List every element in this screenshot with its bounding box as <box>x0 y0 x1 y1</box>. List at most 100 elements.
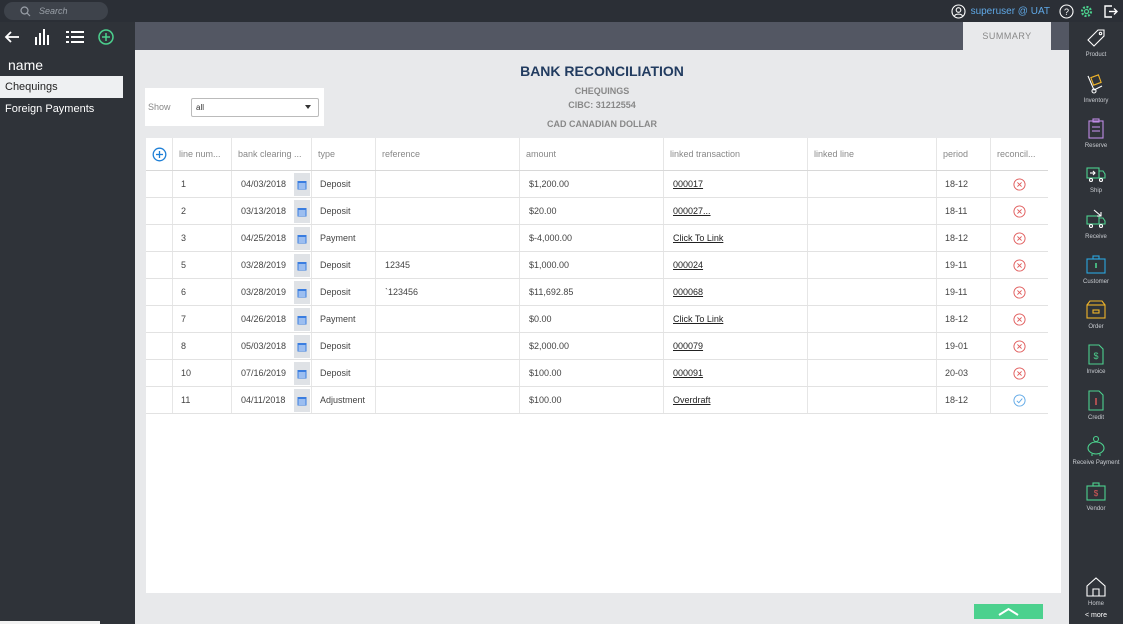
nav-home-button[interactable]: Home <box>1069 575 1123 607</box>
date-picker-button[interactable] <box>294 308 310 331</box>
x-circle-icon[interactable] <box>1013 312 1026 326</box>
piggy-bank-icon <box>1087 435 1105 456</box>
x-circle-icon[interactable] <box>1013 258 1026 272</box>
date-value[interactable]: 04/25/2018 <box>241 233 288 243</box>
nav-item-foreign-payments[interactable]: Foreign Payments <box>0 98 135 120</box>
linked-transaction-link[interactable]: Click To Link <box>673 233 723 243</box>
row-selector-cell[interactable] <box>146 225 172 251</box>
cell-bank-clearing-date: 05/03/2018 <box>231 333 311 359</box>
linked-transaction-link[interactable]: Overdraft <box>673 395 711 405</box>
linked-transaction-link[interactable]: 000079 <box>673 341 703 351</box>
row-selector-cell[interactable] <box>146 387 172 413</box>
table-row[interactable]: 6 03/28/2019 Deposit `123456 $11,692.85 00006… <box>146 279 1048 306</box>
gear-icon[interactable] <box>1079 4 1094 19</box>
list-icon[interactable] <box>66 30 84 44</box>
nav-receive-payment-button[interactable]: Receive Payment <box>1069 434 1123 466</box>
row-selector-cell[interactable] <box>146 360 172 386</box>
col-header-linked-line[interactable]: linked line <box>807 138 936 170</box>
col-header-linked-transaction[interactable]: linked transaction <box>663 138 807 170</box>
nav-inventory-button[interactable]: Inventory <box>1069 72 1123 104</box>
linked-transaction-link[interactable]: 000027... <box>673 206 711 216</box>
x-circle-icon[interactable] <box>1013 366 1026 380</box>
nav-receive-button[interactable]: Receive <box>1069 208 1123 240</box>
date-value[interactable]: 05/03/2018 <box>241 341 288 351</box>
table-row[interactable]: 7 04/26/2018 Payment $0.00 Click To Link 18-1… <box>146 306 1048 333</box>
col-header-amount[interactable]: amount <box>519 138 663 170</box>
add-row-icon[interactable] <box>152 147 167 162</box>
col-header-type[interactable]: type <box>311 138 375 170</box>
row-selector-cell[interactable] <box>146 252 172 278</box>
linked-transaction-link[interactable]: Click To Link <box>673 314 723 324</box>
col-header-line-num[interactable]: line num... <box>172 138 231 170</box>
table-row[interactable]: 2 03/13/2018 Deposit $20.00 000027... 18-11 <box>146 198 1048 225</box>
x-circle-icon[interactable] <box>1013 339 1026 353</box>
date-value[interactable]: 04/11/2018 <box>241 395 288 405</box>
nav-label: Vendor <box>1086 506 1106 512</box>
date-picker-button[interactable] <box>294 254 310 277</box>
tab-summary[interactable]: SUMMARY <box>963 22 1051 50</box>
nav-reserve-button[interactable]: Reserve <box>1069 117 1123 149</box>
table-row[interactable]: 8 05/03/2018 Deposit $2,000.00 000079 19-01 <box>146 333 1048 360</box>
date-value[interactable]: 03/13/2018 <box>241 206 288 216</box>
date-value[interactable]: 03/28/2019 <box>241 287 288 297</box>
date-picker-button[interactable] <box>294 281 310 304</box>
add-circle-icon[interactable] <box>98 29 114 45</box>
check-circle-icon[interactable] <box>1013 393 1026 407</box>
col-header-reconciled[interactable]: reconcil... <box>990 138 1048 170</box>
cell-type-text: Payment <box>320 233 356 243</box>
filter-select[interactable]: all <box>191 98 319 117</box>
date-picker-button[interactable] <box>294 227 310 250</box>
row-selector-cell[interactable] <box>146 171 172 197</box>
date-picker-button[interactable] <box>294 389 310 412</box>
reconciliation-table: line num... bank clearing ... type refer… <box>146 138 1061 593</box>
table-row[interactable]: 10 07/16/2019 Deposit $100.00 000091 20-03 <box>146 360 1048 387</box>
row-selector-cell[interactable] <box>146 333 172 359</box>
date-value[interactable]: 07/16/2019 <box>241 368 288 378</box>
date-picker-button[interactable] <box>294 362 310 385</box>
date-picker-button[interactable] <box>294 335 310 358</box>
table-row[interactable]: 1 04/03/2018 Deposit $1,200.00 000017 18-12 <box>146 171 1048 198</box>
nav-customer-button[interactable]: Customer <box>1069 253 1123 285</box>
col-header-reference[interactable]: reference <box>375 138 519 170</box>
nav-item-chequings[interactable]: Chequings <box>0 76 123 98</box>
truck-in-icon <box>1086 209 1106 229</box>
cell-line-num-text: 11 <box>181 395 191 405</box>
row-selector-cell[interactable] <box>146 198 172 224</box>
search-input[interactable]: Search <box>39 6 68 16</box>
help-icon[interactable]: ? <box>1059 3 1074 19</box>
x-circle-icon[interactable] <box>1013 177 1026 191</box>
row-selector-cell[interactable] <box>146 279 172 305</box>
x-circle-icon[interactable] <box>1013 285 1026 299</box>
x-circle-icon[interactable] <box>1013 204 1026 218</box>
nav-vendor-button[interactable]: $ Vendor <box>1069 480 1123 512</box>
scroll-top-button[interactable] <box>974 604 1043 619</box>
nav-order-button[interactable]: Order <box>1069 298 1123 330</box>
col-header-bank-clearing[interactable]: bank clearing ... <box>231 138 311 170</box>
search-box[interactable]: Search <box>4 2 108 20</box>
date-picker-button[interactable] <box>294 173 310 196</box>
nav-product-button[interactable]: Product <box>1069 26 1123 58</box>
date-value[interactable]: 03/28/2019 <box>241 260 288 270</box>
user-icon[interactable] <box>951 3 966 19</box>
linked-transaction-link[interactable]: 000091 <box>673 368 703 378</box>
nav-ship-button[interactable]: Ship <box>1069 162 1123 194</box>
linked-transaction-link[interactable]: 000024 <box>673 260 703 270</box>
date-picker-button[interactable] <box>294 200 310 223</box>
nav-invoice-button[interactable]: $ Invoice <box>1069 343 1123 375</box>
x-circle-icon[interactable] <box>1013 231 1026 245</box>
table-row[interactable]: 11 04/11/2018 Adjustment $100.00 Overdraft 18… <box>146 387 1048 414</box>
date-value[interactable]: 04/03/2018 <box>241 179 288 189</box>
logout-icon[interactable] <box>1103 4 1119 19</box>
table-row[interactable]: 3 04/25/2018 Payment $-4,000.00 Click To Lin… <box>146 225 1048 252</box>
nav-credit-button[interactable]: Credit <box>1069 389 1123 421</box>
linked-transaction-link[interactable]: 000017 <box>673 179 703 189</box>
user-label[interactable]: superuser @ UAT <box>971 6 1050 17</box>
date-value[interactable]: 04/26/2018 <box>241 314 288 324</box>
table-row[interactable]: 5 03/28/2019 Deposit 12345 $1,000.00 000024 19… <box>146 252 1048 279</box>
linked-transaction-link[interactable]: 000068 <box>673 287 703 297</box>
bar-chart-icon[interactable] <box>34 29 52 45</box>
back-arrow-icon[interactable] <box>4 30 20 44</box>
col-header-period[interactable]: period <box>936 138 990 170</box>
more-button[interactable]: < more <box>1069 612 1123 619</box>
row-selector-cell[interactable] <box>146 306 172 332</box>
